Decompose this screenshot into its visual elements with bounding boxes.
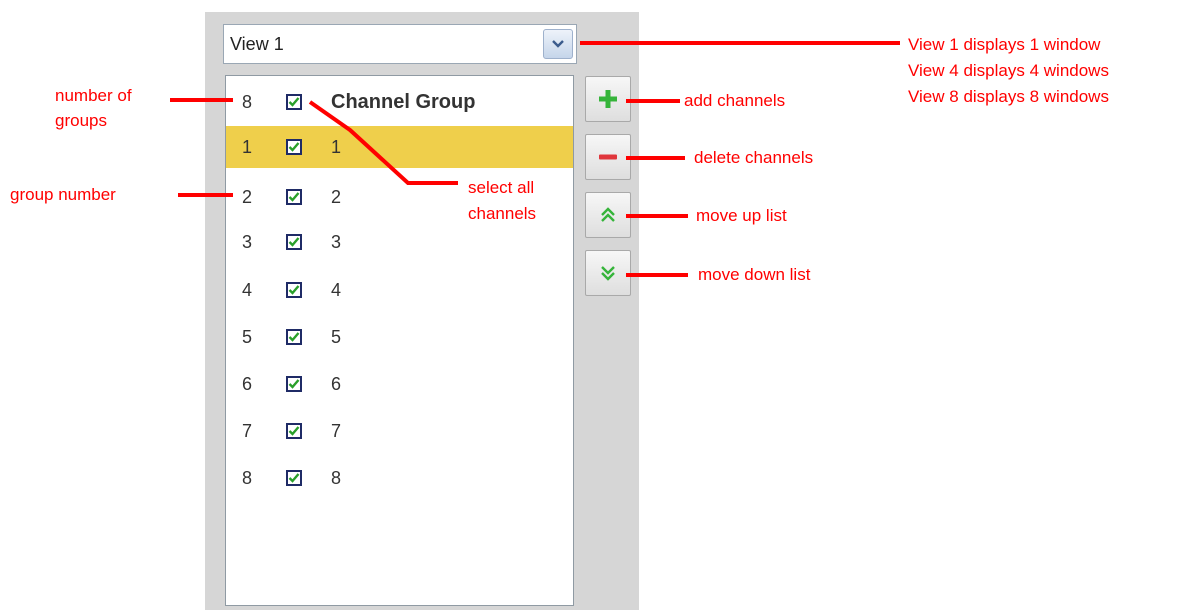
annotation-select-all-2: channels — [468, 204, 537, 223]
annotation-view-4: View 4 displays 4 windows — [908, 61, 1109, 80]
annotation-add-channels: add channels — [684, 91, 786, 110]
annotation-number-of-groups-1: number of — [55, 86, 132, 105]
annotation-number-of-groups-2: groups — [55, 111, 107, 130]
annotation-delete-channels: delete channels — [694, 148, 814, 167]
annotation-group-number: group number — [10, 185, 116, 204]
annotation-select-all-1: select all — [468, 178, 535, 197]
annotation-view-1: View 1 displays 1 window — [908, 35, 1101, 54]
annotation-move-down: move down list — [698, 265, 811, 284]
annotation-move-up: move up list — [696, 206, 787, 225]
annotation-view-8: View 8 displays 8 windows — [908, 87, 1109, 106]
